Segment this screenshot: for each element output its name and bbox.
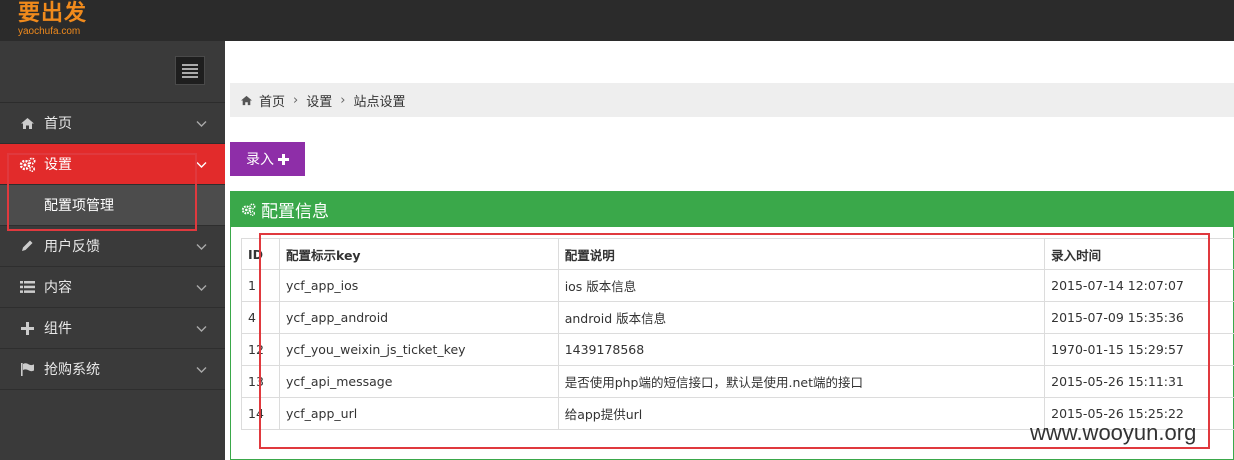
annotation-box-table <box>259 233 1210 449</box>
breadcrumb-separator-icon: › <box>340 92 346 108</box>
breadcrumb: 首页 › 设置 › 站点设置 <box>230 83 1234 117</box>
flag-icon <box>18 361 36 377</box>
sidebar-item-content[interactable]: 内容 <box>0 267 225 308</box>
breadcrumb-current: 站点设置 <box>353 94 406 110</box>
add-button[interactable]: 录入 <box>230 142 305 176</box>
sidebar-item-label: 首页 <box>44 116 72 132</box>
chevron-down-icon <box>196 239 207 255</box>
sidebar-item-label: 用户反馈 <box>44 239 100 255</box>
breadcrumb-separator-icon: › <box>293 92 299 108</box>
menu-toggle-button[interactable] <box>175 56 205 85</box>
home-icon <box>240 95 253 106</box>
breadcrumb-settings[interactable]: 设置 <box>306 91 332 110</box>
chevron-down-icon <box>196 362 207 378</box>
logo-title: 要出发 <box>18 1 88 26</box>
add-button-label: 录入 <box>246 151 274 167</box>
panel-header: 配置信息 <box>231 192 1233 227</box>
sidebar-item-home[interactable]: 首页 <box>0 103 225 144</box>
panel-title: 配置信息 <box>261 202 329 222</box>
watermark: www.wooyun.org <box>1030 420 1197 445</box>
sidebar-item-flash-sale[interactable]: 抢购系统 <box>0 349 225 390</box>
chevron-down-icon <box>196 280 207 296</box>
home-icon <box>18 115 36 131</box>
sidebar-item-label: 内容 <box>44 280 72 296</box>
breadcrumb-home[interactable]: 首页 <box>259 91 285 110</box>
sidebar: 首页 设置 配置项管理 用户反馈 内容 组件 抢购系统 <box>0 41 225 460</box>
chevron-down-icon <box>196 321 207 337</box>
sidebar-item-label: 组件 <box>44 321 72 337</box>
sidebar-item-feedback[interactable]: 用户反馈 <box>0 226 225 267</box>
gears-icon <box>241 203 256 216</box>
sidebar-item-components[interactable]: 组件 <box>0 308 225 349</box>
sidebar-item-label: 抢购系统 <box>44 362 100 378</box>
top-bar: 要出发 yaochufa.com <box>0 0 1234 41</box>
plus-icon <box>18 320 36 336</box>
chevron-down-icon <box>196 157 207 173</box>
chevron-down-icon <box>196 116 207 132</box>
plus-icon <box>278 153 289 165</box>
logo-domain: yaochufa.com <box>18 26 81 37</box>
sidebar-header <box>0 41 225 103</box>
annotation-box-sidebar <box>7 153 197 231</box>
list-icon <box>18 279 36 295</box>
pencil-icon <box>18 238 36 254</box>
logo[interactable]: 要出发 yaochufa.com <box>18 1 87 37</box>
